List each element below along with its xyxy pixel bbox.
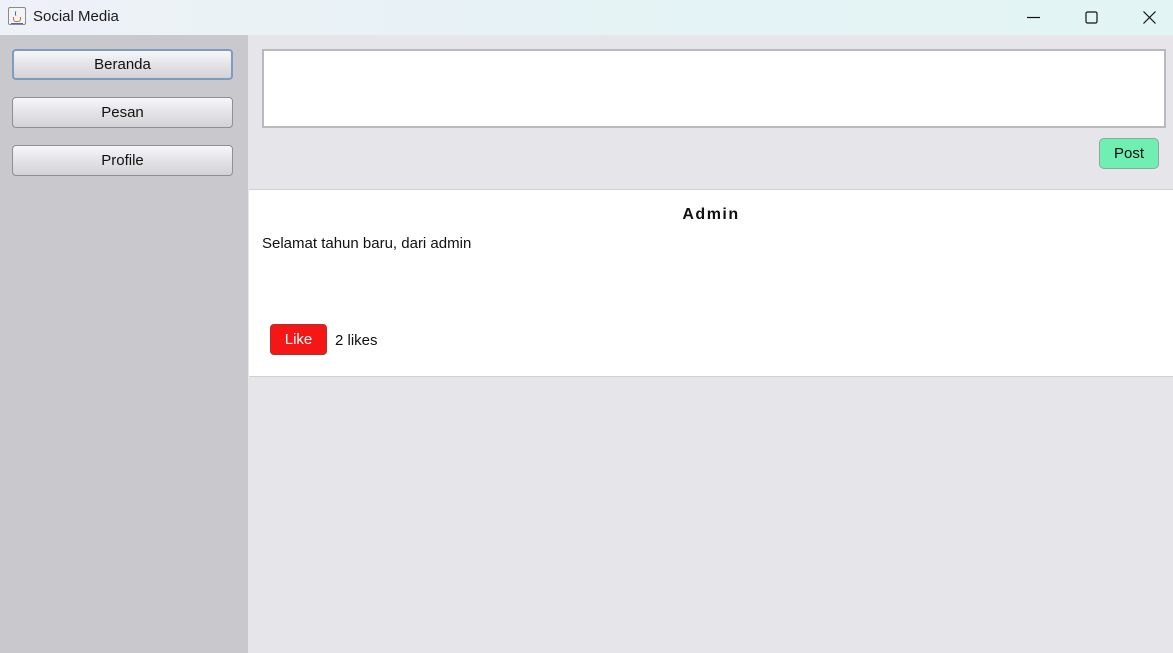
sidebar-item-pesan[interactable]: Pesan	[12, 97, 233, 128]
title-bar: Social Media	[0, 0, 1173, 35]
sidebar: Beranda Pesan Profile	[0, 35, 248, 653]
post-text-area[interactable]	[262, 49, 1166, 128]
post-button[interactable]: Post	[1099, 138, 1159, 169]
minimize-button[interactable]	[1010, 0, 1056, 35]
maximize-button[interactable]	[1068, 0, 1114, 35]
close-button[interactable]	[1126, 0, 1172, 35]
post-card: Admin Selamat tahun baru, dari admin Lik…	[249, 189, 1173, 377]
sidebar-item-beranda[interactable]: Beranda	[12, 49, 233, 80]
window-title: Social Media	[33, 8, 119, 25]
java-cup-icon	[8, 7, 26, 25]
maximize-icon	[1085, 11, 1098, 24]
post-content: Selamat tahun baru, dari admin	[262, 235, 472, 252]
like-button[interactable]: Like	[270, 324, 327, 355]
post-author: Admin	[682, 206, 740, 223]
likes-count: 2 likes	[335, 332, 378, 349]
close-icon	[1143, 11, 1156, 24]
sidebar-item-profile[interactable]: Profile	[12, 145, 233, 176]
minimize-icon	[1027, 16, 1040, 19]
